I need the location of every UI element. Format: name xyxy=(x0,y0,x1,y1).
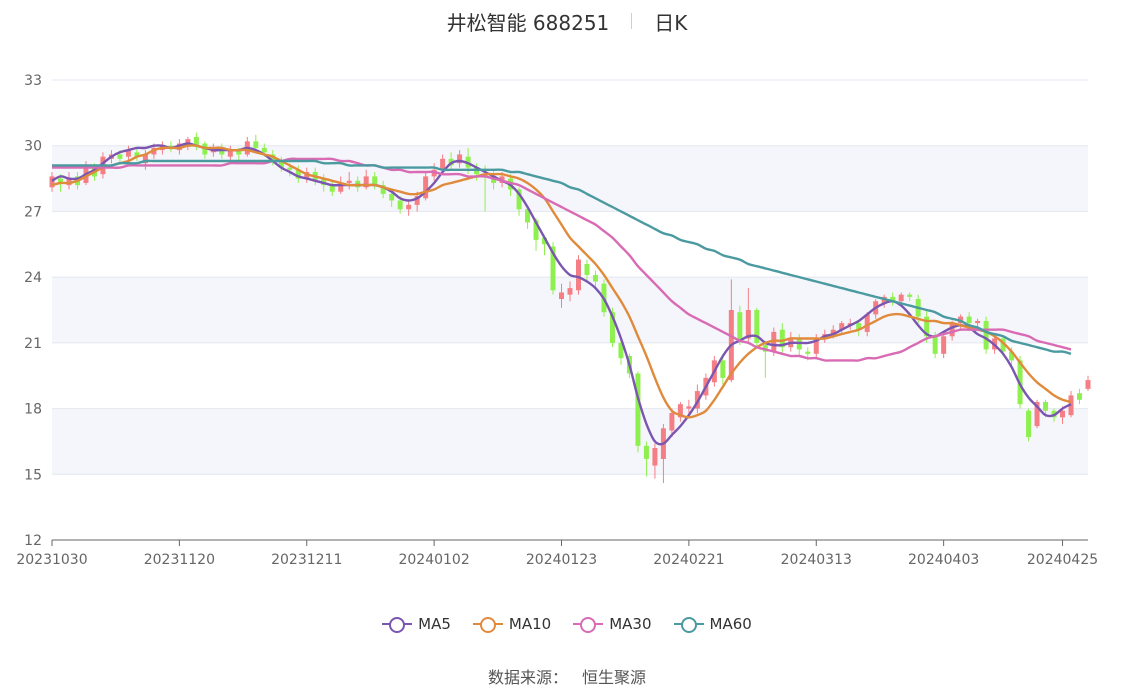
candle-body xyxy=(1085,380,1091,389)
legend: MA5 MA10 MA30 MA60 xyxy=(0,612,1134,636)
legend-item-ma30[interactable]: MA30 xyxy=(573,615,652,633)
candle-body xyxy=(898,294,904,302)
candle-body xyxy=(261,147,267,153)
candle-body xyxy=(975,320,981,324)
legend-item-ma10[interactable]: MA10 xyxy=(472,615,552,633)
candle-body xyxy=(1043,402,1049,411)
chart-band xyxy=(52,145,1088,212)
legend-marker-icon xyxy=(673,617,704,633)
kline-chart: 12 15 18 21 24 27 30 33 20231030 20231120 2023121… xyxy=(16,73,1098,568)
x-tick-label: 20231211 xyxy=(271,552,342,568)
x-tick-label: 20240425 xyxy=(1027,552,1098,568)
candle-body xyxy=(1060,410,1066,418)
candle-body xyxy=(584,264,590,275)
candle-body xyxy=(966,316,972,324)
candle-body xyxy=(745,310,751,339)
legend-label: MA5 xyxy=(418,615,451,633)
candle-body xyxy=(559,292,565,300)
y-tick-label: 30 xyxy=(24,139,42,155)
legend-item-ma60[interactable]: MA60 xyxy=(673,615,752,633)
legend-marker-icon xyxy=(472,617,503,633)
candle-body xyxy=(423,176,429,199)
candle-body xyxy=(406,204,412,210)
x-tick-label: 20240102 xyxy=(398,552,469,568)
candle-body xyxy=(669,412,675,431)
data-source: 数据来源： 恒生聚源 xyxy=(0,664,1134,688)
candle-body xyxy=(805,351,811,354)
candle-body xyxy=(941,336,947,354)
y-axis: 12 15 18 21 24 27 30 33 xyxy=(24,73,42,549)
candle-body xyxy=(389,193,395,201)
x-tick-label: 20240123 xyxy=(526,552,597,568)
candle-body xyxy=(949,323,955,337)
candle-body xyxy=(983,320,989,350)
x-tick-label: 20231120 xyxy=(144,552,215,568)
candle-body xyxy=(397,200,403,210)
candle-body xyxy=(643,445,649,459)
x-tick-label: 20240221 xyxy=(653,552,724,568)
y-tick-label: 27 xyxy=(24,204,42,220)
candle-body xyxy=(686,406,692,409)
y-tick-label: 21 xyxy=(24,336,42,352)
legend-label: MA60 xyxy=(709,615,752,633)
legend-item-ma5[interactable]: MA5 xyxy=(382,615,451,633)
candle-body xyxy=(346,180,352,183)
candle-body xyxy=(652,448,658,466)
legend-label: MA30 xyxy=(609,615,652,633)
x-axis: 20231030 20231120 20231211 20240102 20240123… xyxy=(16,539,1098,568)
candle-body xyxy=(287,167,293,170)
candle-body xyxy=(1026,410,1032,438)
y-tick-label: 15 xyxy=(24,467,42,483)
y-tick-label: 24 xyxy=(24,270,42,286)
x-tick-label: 20240403 xyxy=(908,552,979,568)
candle-body xyxy=(592,274,598,282)
legend-marker-icon xyxy=(573,617,604,633)
y-tick-label: 33 xyxy=(24,73,42,89)
data-source-value: 恒生聚源 xyxy=(582,668,647,687)
data-source-label: 数据来源： xyxy=(487,668,568,687)
candle-body xyxy=(737,312,743,341)
chart-band xyxy=(52,408,1088,475)
candle-body xyxy=(253,141,259,148)
candle-body xyxy=(1077,393,1083,400)
x-tick-label: 20231030 xyxy=(16,552,87,568)
candle-body xyxy=(720,360,726,378)
candle-body xyxy=(932,336,938,354)
chart-bands xyxy=(52,145,1088,475)
candle-body xyxy=(117,154,123,159)
candle-body xyxy=(567,288,573,295)
x-tick-label: 20240313 xyxy=(781,552,852,568)
candle-body xyxy=(907,294,913,297)
candle-body xyxy=(575,259,581,291)
y-tick-label: 12 xyxy=(24,533,42,549)
legend-marker-icon xyxy=(382,617,413,633)
legend-label: MA10 xyxy=(508,615,552,633)
y-tick-label: 18 xyxy=(24,402,42,418)
candle-body xyxy=(635,373,641,446)
